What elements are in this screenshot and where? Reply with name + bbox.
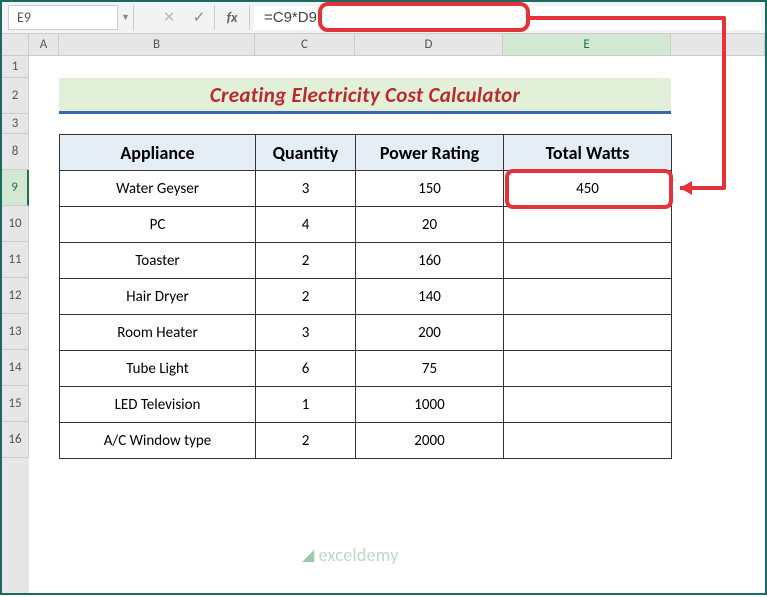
row-header-3[interactable]: 3 — [2, 114, 29, 134]
cell-power_rating[interactable]: 160 — [356, 243, 504, 279]
cell-total_watts[interactable] — [504, 387, 672, 423]
cell-power_rating[interactable]: 2000 — [356, 423, 504, 459]
data-table: Appliance Quantity Power Rating Total Wa… — [59, 134, 672, 459]
row-header-2[interactable]: 2 — [2, 78, 29, 114]
row-header-15[interactable]: 15 — [2, 386, 29, 422]
cell-quantity[interactable]: 3 — [256, 171, 356, 207]
cell-power_rating[interactable]: 150 — [356, 171, 504, 207]
cell-appliance[interactable]: Toaster — [60, 243, 256, 279]
select-all-corner[interactable] — [2, 34, 29, 55]
row-header-13[interactable]: 13 — [2, 314, 29, 350]
watermark-icon: ◢ — [302, 545, 315, 565]
th-total-watts[interactable]: Total Watts — [504, 135, 672, 171]
table-row: Water Geyser3150450 — [60, 171, 672, 207]
table-row: A/C Window type22000 — [60, 423, 672, 459]
cell-total_watts[interactable] — [504, 243, 672, 279]
cell-appliance[interactable]: LED Television — [60, 387, 256, 423]
row-header-12[interactable]: 12 — [2, 278, 29, 314]
cancel-formula-icon[interactable]: ✕ — [154, 8, 184, 27]
table-row: Hair Dryer2140 — [60, 279, 672, 315]
column-headers: A B C D E — [2, 34, 765, 56]
table-row: Room Heater3200 — [60, 315, 672, 351]
cell-total_watts[interactable] — [504, 351, 672, 387]
col-header-A[interactable]: A — [29, 34, 59, 55]
cell-power_rating[interactable]: 140 — [356, 279, 504, 315]
table-row: Tube Light675 — [60, 351, 672, 387]
cell-quantity[interactable]: 2 — [256, 279, 356, 315]
cell-power_rating[interactable]: 20 — [356, 207, 504, 243]
sheet-area: 1 2 3 8 9 10 11 12 13 14 15 16 Creating … — [2, 56, 765, 593]
cell-appliance[interactable]: Hair Dryer — [60, 279, 256, 315]
th-power-rating[interactable]: Power Rating — [356, 135, 504, 171]
th-quantity[interactable]: Quantity — [256, 135, 356, 171]
table-header-row: Appliance Quantity Power Rating Total Wa… — [60, 135, 672, 171]
row-header-9[interactable]: 9 — [2, 170, 29, 206]
col-header-blank — [671, 34, 765, 55]
col-header-E[interactable]: E — [503, 34, 671, 55]
cell-quantity[interactable]: 2 — [256, 243, 356, 279]
cell-total_watts[interactable] — [504, 279, 672, 315]
name-box[interactable]: E9 — [8, 5, 118, 30]
page-title: Creating Electricity Cost Calculator — [59, 78, 671, 114]
row-header-14[interactable]: 14 — [2, 350, 29, 386]
cell-quantity[interactable]: 3 — [256, 315, 356, 351]
cell-power_rating[interactable]: 1000 — [356, 387, 504, 423]
watermark-text: exceldemy — [319, 544, 399, 566]
row-headers: 1 2 3 8 9 10 11 12 13 14 15 16 — [2, 56, 29, 593]
cell-total_watts[interactable] — [504, 207, 672, 243]
cell-quantity[interactable]: 2 — [256, 423, 356, 459]
confirm-formula-icon[interactable]: ✓ — [184, 8, 214, 27]
row-header-11[interactable]: 11 — [2, 242, 29, 278]
name-box-dropdown-icon[interactable]: ▼ — [118, 5, 134, 31]
cell-power_rating[interactable]: 200 — [356, 315, 504, 351]
cell-total_watts[interactable] — [504, 423, 672, 459]
app-frame: E9 ▼ ✕ ✓ fx A B C D E 1 2 3 8 9 10 11 12… — [0, 0, 767, 595]
table-row: LED Television11000 — [60, 387, 672, 423]
cell-power_rating[interactable]: 75 — [356, 351, 504, 387]
cell-appliance[interactable]: A/C Window type — [60, 423, 256, 459]
formula-bar: E9 ▼ ✕ ✓ fx — [2, 2, 765, 34]
row-header-16[interactable]: 16 — [2, 422, 29, 458]
table-row: Toaster2160 — [60, 243, 672, 279]
table-row: PC420 — [60, 207, 672, 243]
col-header-C[interactable]: C — [255, 34, 355, 55]
row-header-8[interactable]: 8 — [2, 134, 29, 170]
formula-input[interactable] — [254, 6, 761, 30]
th-appliance[interactable]: Appliance — [60, 135, 256, 171]
cell-appliance[interactable]: Water Geyser — [60, 171, 256, 207]
cell-total_watts[interactable]: 450 — [504, 171, 672, 207]
cell-quantity[interactable]: 6 — [256, 351, 356, 387]
cell-quantity[interactable]: 4 — [256, 207, 356, 243]
col-header-D[interactable]: D — [355, 34, 503, 55]
cell-appliance[interactable]: Room Heater — [60, 315, 256, 351]
cell-appliance[interactable]: PC — [60, 207, 256, 243]
row-header-10[interactable]: 10 — [2, 206, 29, 242]
cell-quantity[interactable]: 1 — [256, 387, 356, 423]
grid[interactable]: Creating Electricity Cost Calculator App… — [29, 56, 765, 593]
cell-appliance[interactable]: Tube Light — [60, 351, 256, 387]
row-header-1[interactable]: 1 — [2, 56, 29, 78]
cell-total_watts[interactable] — [504, 315, 672, 351]
fx-label[interactable]: fx — [214, 5, 250, 30]
col-header-B[interactable]: B — [59, 34, 255, 55]
watermark: ◢ exceldemy — [302, 544, 399, 566]
